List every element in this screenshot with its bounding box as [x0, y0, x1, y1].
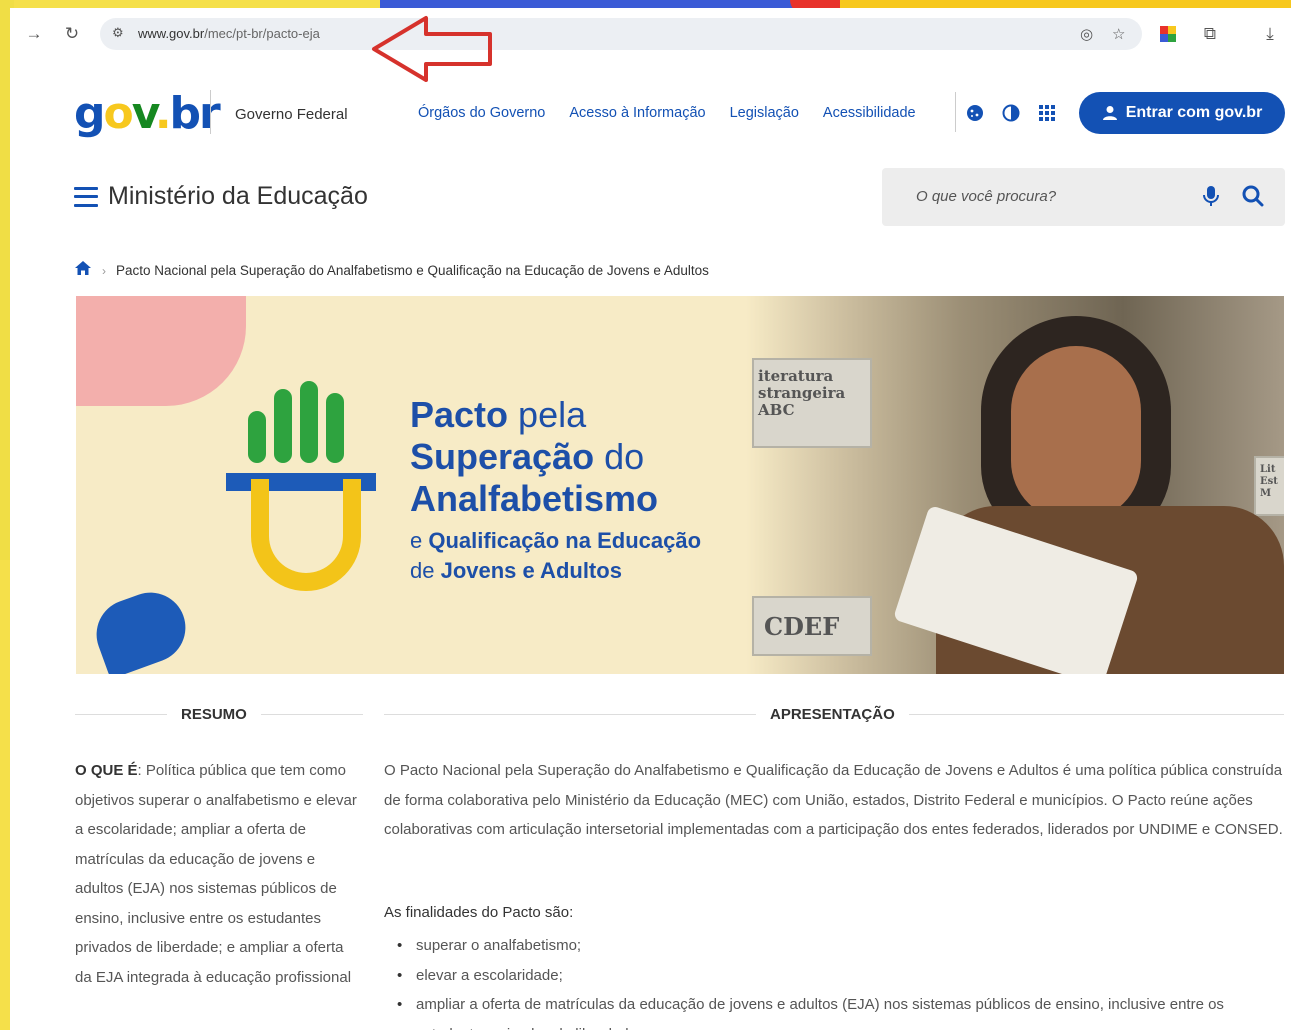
govbr-logo[interactable]: gov.br [74, 88, 221, 139]
user-icon [1102, 106, 1117, 120]
list-item: superar o analfabetismo; [394, 931, 1284, 961]
reload-icon[interactable]: ↻ [60, 22, 84, 46]
logo-dot: . [154, 88, 172, 139]
annotation-arrow-icon [372, 16, 492, 82]
link-orgaos-governo[interactable]: Órgãos do Governo [418, 105, 545, 121]
breadcrumb: › Pacto Nacional pela Superação do Analf… [74, 260, 709, 281]
header-links: Órgãos do Governo Acesso à Informação Le… [418, 105, 916, 121]
banner-title-line3: Analfabetismo [410, 478, 659, 519]
finalidades-list: superar o analfabetismo; elevar a escola… [394, 931, 1284, 1030]
shelf-label-abc: iteratura strangeira ABC [758, 367, 846, 419]
url-path: /mec/pt-br/pacto-eja [204, 26, 320, 41]
bookshelf-sign: iteratura strangeira ABC [752, 358, 872, 448]
shelf-label-cdef: CDEF [764, 612, 840, 641]
pink-decorative-shape [76, 296, 246, 406]
ministry-bar: Ministério da Educação [74, 182, 368, 211]
apresentacao-heading: APRESENTAÇÃO [384, 704, 1284, 724]
browser-toolbar: → ↻ ⚙ www.gov.br/mec/pt-br/pacto-eja ◎ ☆… [10, 8, 1291, 58]
banner-title-line2: Superação [410, 436, 595, 477]
apresentacao-heading-label: APRESENTAÇÃO [770, 705, 895, 723]
logo-letter-b: b [169, 88, 201, 139]
govbr-header: gov.br Governo Federal Órgãos do Governo… [10, 78, 1291, 148]
forward-icon[interactable]: → [22, 22, 46, 46]
banner-sub2: Jovens e Adultos [440, 558, 622, 583]
banner-sub1: Qualificação na Educação [428, 528, 702, 553]
resumo-heading-label: RESUMO [181, 705, 247, 723]
governo-federal-label: Governo Federal [235, 106, 348, 123]
url-domain: www.gov.br [138, 26, 205, 41]
bookshelf-sign-cdef: CDEF [752, 596, 872, 656]
logo-letter-r: r [199, 88, 221, 139]
apresentacao-paragraph: O Pacto Nacional pela Superação do Analf… [384, 762, 1283, 838]
login-label: Entrar com gov.br [1125, 104, 1263, 121]
download-icon[interactable]: ⤓ [1258, 22, 1282, 46]
logo-letter-v: v [131, 88, 157, 139]
banner-sub1-light: e [410, 528, 429, 553]
frame-decoration-yellow [840, 0, 1291, 8]
resumo-heading: RESUMO [75, 704, 363, 724]
list-item: elevar a escolaridade; [394, 961, 1284, 991]
resumo-body: : Política pública que tem como objetivo… [75, 762, 357, 986]
microphone-icon[interactable] [1202, 185, 1224, 207]
banner-sub2-light: de [410, 558, 441, 583]
breadcrumb-current: Pacto Nacional pela Superação do Analfab… [116, 263, 709, 278]
finalidades-label: As finalidades do Pacto são: [384, 904, 574, 921]
bookshelf-sign-right: Lit Est M [1254, 456, 1284, 516]
list-item: ampliar a oferta de matrículas da educaç… [394, 990, 1284, 1030]
banner-title-line1: Pacto [410, 394, 509, 435]
links-divider [955, 92, 956, 132]
menu-icon[interactable] [74, 186, 98, 207]
resumo-text: O QUE É: Política pública que tem como o… [75, 756, 363, 992]
star-icon[interactable]: ☆ [1112, 25, 1130, 43]
cookie-icon[interactable] [964, 102, 986, 124]
woman-face [1011, 346, 1141, 521]
logo-divider [210, 90, 211, 134]
login-govbr-button[interactable]: Entrar com gov.br [1079, 92, 1285, 134]
extension-color-icon[interactable] [1156, 22, 1180, 46]
frame-decoration-blue [380, 0, 800, 8]
address-url[interactable]: www.gov.br/mec/pt-br/pacto-eja [138, 26, 320, 41]
eye-off-icon[interactable]: ◎ [1080, 25, 1098, 43]
blue-decorative-shape [86, 582, 196, 674]
resumo-label: O QUE É [75, 762, 138, 779]
shelf-label-lit: Lit Est M [1260, 464, 1278, 499]
logo-letter-o: o [103, 88, 134, 139]
logo-letter-g: g [74, 88, 105, 139]
banner-title: Pacto pela Superação do Analfabetismo e … [410, 394, 701, 586]
contrast-icon[interactable] [1000, 102, 1022, 124]
hero-banner: Pacto pela Superação do Analfabetismo e … [76, 296, 1284, 674]
search-input[interactable]: O que você procura? [916, 188, 1056, 205]
site-settings-icon[interactable]: ⚙ [112, 25, 130, 43]
browser-window: → ↻ ⚙ www.gov.br/mec/pt-br/pacto-eja ◎ ☆… [10, 8, 1291, 1030]
banner-title-line2-light: do [594, 436, 645, 477]
address-bar[interactable]: ⚙ www.gov.br/mec/pt-br/pacto-eja ◎ ☆ [100, 18, 1142, 50]
pacto-logo-mark [226, 381, 386, 591]
extensions-icon[interactable]: ⧉ [1198, 22, 1222, 46]
link-acessibilidade[interactable]: Acessibilidade [823, 105, 916, 121]
link-acesso-informacao[interactable]: Acesso à Informação [569, 105, 705, 121]
home-icon[interactable] [74, 260, 92, 281]
search-icon[interactable] [1242, 185, 1266, 209]
chevron-right-icon: › [102, 263, 106, 278]
link-legislacao[interactable]: Legislação [730, 105, 799, 121]
search-box[interactable]: O que você procura? [882, 168, 1285, 226]
banner-title-line1-light: pela [508, 394, 587, 435]
ministry-title[interactable]: Ministério da Educação [108, 182, 368, 211]
apps-grid-icon[interactable] [1036, 102, 1058, 124]
